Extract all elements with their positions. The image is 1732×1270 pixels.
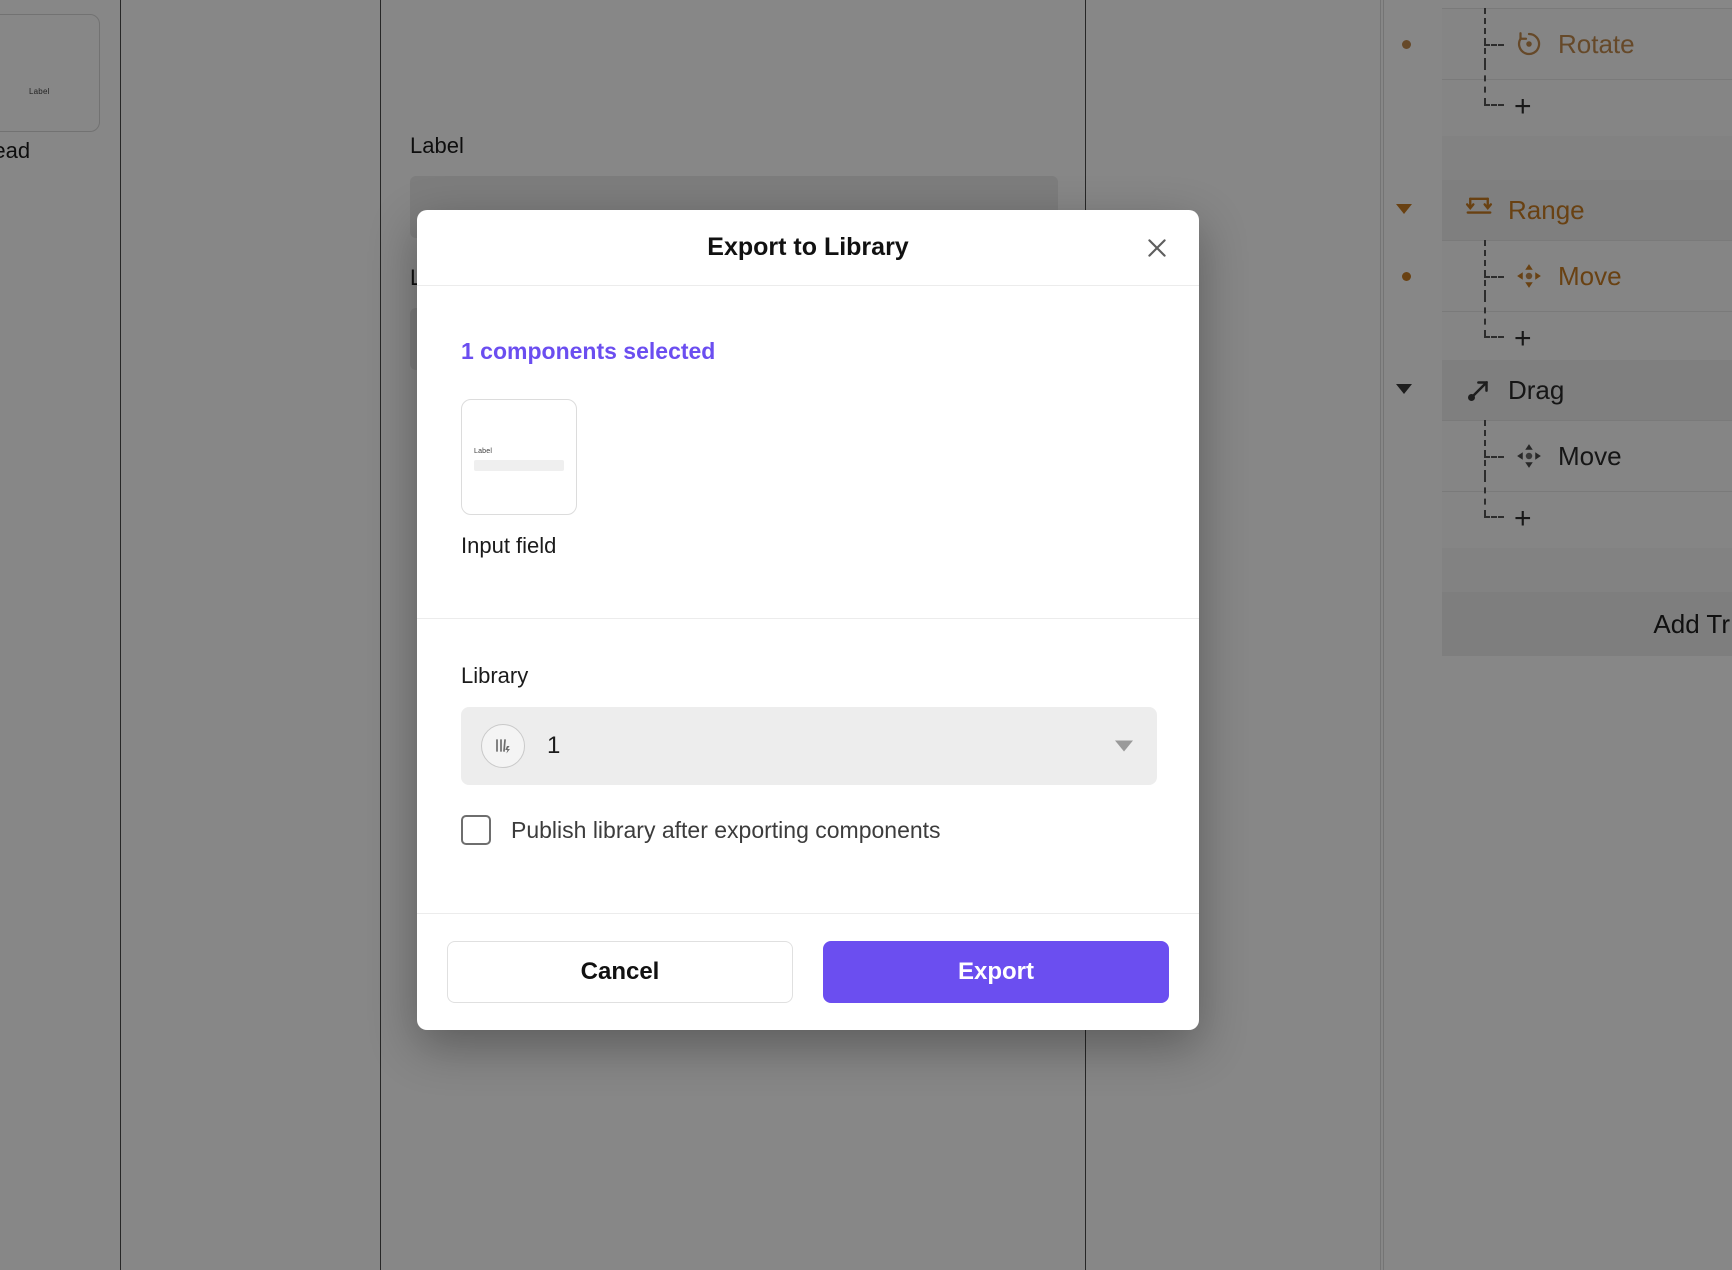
library-field-label: Library bbox=[461, 663, 529, 688]
selected-count-text: 1 components selected bbox=[461, 338, 716, 364]
thumbnail-mini-input bbox=[474, 460, 564, 471]
library-bars-bolt-icon bbox=[481, 724, 525, 768]
dialog-footer: Cancel Export bbox=[417, 914, 1199, 1030]
component-item[interactable]: Label Input field bbox=[461, 399, 577, 559]
library-section: Library 1 Publish library after exportin… bbox=[417, 619, 1199, 914]
library-selected-name: 1 bbox=[547, 732, 561, 759]
close-button[interactable] bbox=[1135, 226, 1179, 270]
dialog-title: Export to Library bbox=[707, 233, 909, 261]
export-to-library-dialog: Export to Library 1 components selected … bbox=[417, 210, 1199, 1030]
selected-components-section: 1 components selected Label Input field bbox=[417, 286, 1199, 619]
component-caption: Input field bbox=[461, 533, 557, 558]
publish-library-checkbox[interactable] bbox=[461, 815, 491, 845]
chevron-down-icon bbox=[1115, 740, 1133, 752]
dialog-header: Export to Library bbox=[417, 210, 1199, 286]
publish-library-checkbox-row[interactable]: Publish library after exporting componen… bbox=[461, 815, 1155, 845]
library-select[interactable]: 1 bbox=[461, 707, 1157, 785]
close-icon bbox=[1148, 238, 1166, 257]
thumbnail-mini-label: Label bbox=[474, 448, 493, 455]
publish-library-label: Publish library after exporting componen… bbox=[511, 816, 941, 843]
app-root: Label bel Head Label L bbox=[0, 0, 1732, 1270]
cancel-button[interactable]: Cancel bbox=[447, 941, 793, 1003]
export-button[interactable]: Export bbox=[823, 941, 1169, 1003]
component-thumbnail: Label bbox=[461, 399, 577, 515]
